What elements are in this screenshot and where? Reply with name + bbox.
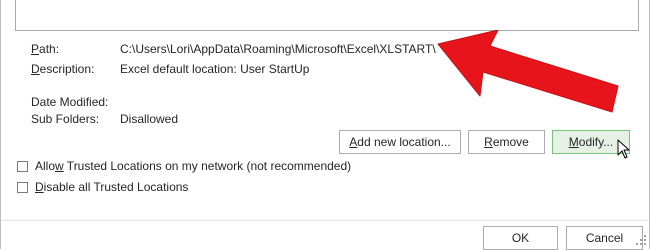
allow-network-locations-option[interactable]: Allow Trusted Locations on my network (n… (17, 159, 351, 173)
description-value: Excel default location: User StartUp (120, 62, 310, 76)
cancel-button[interactable]: Cancel (566, 226, 643, 250)
remove-button[interactable]: Remove (468, 130, 545, 154)
add-new-location-button[interactable]: Add new location... (339, 130, 461, 154)
ok-button[interactable]: OK (483, 226, 558, 250)
sub-folders-label: Sub Folders: (31, 112, 100, 126)
dialog-frame-left (0, 0, 1, 249)
trusted-locations-dialog: Path: C:\Users\Lori\AppData\Roaming\Micr… (0, 0, 650, 250)
allow-network-locations-checkbox[interactable] (17, 160, 28, 172)
sub-folders-value: Disallowed (120, 112, 179, 126)
mouse-pointer-icon (617, 139, 630, 159)
red-arrow-icon (437, 30, 619, 113)
path-value: C:\Users\Lori\AppData\Roaming\Microsoft\… (120, 42, 436, 56)
allow-network-locations-label: Allow Trusted Locations on my network (n… (35, 159, 352, 173)
description-label: Description: (31, 62, 95, 76)
trusted-locations-list[interactable] (15, 0, 639, 31)
resize-grip-icon[interactable] (635, 234, 647, 246)
footer-divider (1, 220, 649, 221)
disable-all-locations-label: Disable all Trusted Locations (35, 180, 189, 194)
disable-all-locations-checkbox[interactable] (17, 181, 28, 193)
path-label: Path: (31, 42, 60, 56)
date-modified-label: Date Modified: (31, 95, 109, 109)
disable-all-locations-option[interactable]: Disable all Trusted Locations (17, 180, 188, 194)
